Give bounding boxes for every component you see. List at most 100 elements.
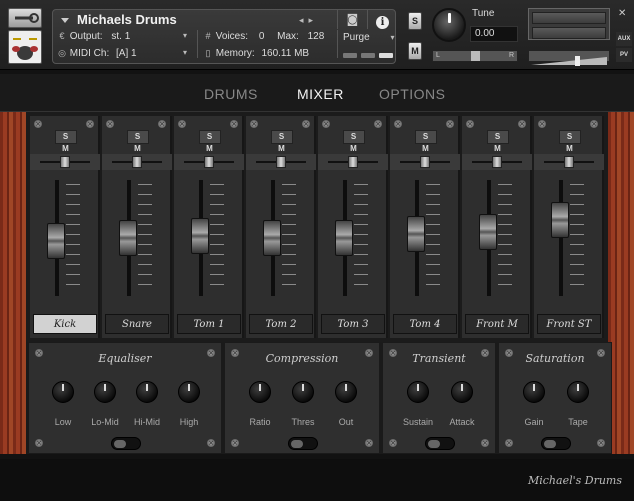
screw-icon: × <box>250 120 258 128</box>
pv-button[interactable]: PV <box>616 48 632 62</box>
knob-hi-mid[interactable] <box>136 381 158 403</box>
collapse-arrow-icon[interactable] <box>61 18 69 23</box>
midi-row[interactable]: ◎ MIDI Ch: [A] 1 <box>57 48 137 59</box>
solo-mute-buttons[interactable]: S M <box>55 130 77 153</box>
output-row[interactable]: € Output: st. 1 <box>57 31 130 42</box>
mixer-panel: × × S M Kick × × S M Snare × × S M Tom 1 × × S M Tom 2 ×… <box>26 112 608 342</box>
knob-high[interactable] <box>178 381 200 403</box>
effect-enable-toggle[interactable] <box>541 437 571 450</box>
instrument-name[interactable]: Michaels Drums <box>77 12 177 27</box>
knob-sustain[interactable] <box>407 381 429 403</box>
knob-thres[interactable] <box>292 381 314 403</box>
channel-name[interactable]: Tom 3 <box>321 314 385 334</box>
pan-handle[interactable] <box>60 156 70 168</box>
effect-enable-toggle[interactable] <box>425 437 455 450</box>
effect-enable-toggle[interactable] <box>288 437 318 450</box>
output-dropdown-icon[interactable]: ▾ <box>183 31 187 40</box>
pan-handle[interactable] <box>420 156 430 168</box>
pan-right-label: R <box>508 52 514 59</box>
channel-name[interactable]: Front M <box>465 314 529 334</box>
fader-cap[interactable] <box>479 214 497 250</box>
fader-cap[interactable] <box>47 223 65 259</box>
fader-scale <box>138 184 152 294</box>
pan-handle[interactable] <box>204 156 214 168</box>
instrument-nav-arrows[interactable]: ◂ ▸ <box>299 15 313 26</box>
channel-name[interactable]: Tom 1 <box>177 314 241 334</box>
solo-mute-buttons[interactable]: S M <box>343 130 365 153</box>
tab-mixer[interactable]: MIXER <box>297 86 344 102</box>
midi-dropdown-icon[interactable]: ▾ <box>183 48 187 57</box>
channel-pan[interactable] <box>318 154 388 170</box>
pan-handle[interactable] <box>492 156 502 168</box>
instrument-thumbnail[interactable] <box>8 30 42 64</box>
solo-mute-buttons[interactable]: S M <box>415 130 437 153</box>
pan-slider[interactable]: L R <box>432 50 518 62</box>
tab-drums[interactable]: DRUMS <box>204 86 258 102</box>
tune-knob[interactable] <box>432 8 466 42</box>
knob-label: Sustain <box>402 417 434 427</box>
close-icon[interactable]: ✕ <box>618 8 626 19</box>
channel-pan[interactable] <box>390 154 460 170</box>
knob-ratio[interactable] <box>249 381 271 403</box>
screw-icon: × <box>446 120 454 128</box>
fader-cap[interactable] <box>407 216 425 252</box>
max-value[interactable]: 128 <box>308 31 325 42</box>
tune-value[interactable]: 0.00 <box>470 26 518 42</box>
knob-tape[interactable] <box>567 381 589 403</box>
channel-pan[interactable] <box>174 154 244 170</box>
solo-mute-buttons[interactable]: S M <box>559 130 581 153</box>
solo-mute-buttons[interactable]: S M <box>487 130 509 153</box>
footer: Michael's Drums <box>0 459 634 501</box>
info-button[interactable]: i <box>367 10 397 29</box>
screw-icon: × <box>35 439 43 447</box>
pan-handle[interactable] <box>471 51 480 61</box>
output-value: st. 1 <box>111 31 131 42</box>
volume-slider[interactable] <box>528 50 610 66</box>
wrench-button[interactable] <box>8 8 42 28</box>
channel-pan[interactable] <box>102 154 172 170</box>
tab-options[interactable]: OPTIONS <box>379 86 446 102</box>
fader-cap[interactable] <box>119 220 137 256</box>
solo-button[interactable]: S <box>408 12 422 30</box>
pan-handle[interactable] <box>276 156 286 168</box>
mute-button[interactable]: M <box>408 42 422 60</box>
wrench-icon <box>15 13 39 23</box>
channel-name[interactable]: Tom 2 <box>249 314 313 334</box>
channel-name[interactable]: Front ST <box>537 314 601 334</box>
fader-cap[interactable] <box>335 220 353 256</box>
channel-name[interactable]: Kick <box>33 314 97 334</box>
meter-left-channel <box>532 12 606 24</box>
fader-cap[interactable] <box>551 202 569 238</box>
channel-name[interactable]: Snare <box>105 314 169 334</box>
channel-pan[interactable] <box>462 154 532 170</box>
fader-scale <box>570 184 584 294</box>
screw-icon: × <box>106 120 114 128</box>
channel-pan[interactable] <box>30 154 100 170</box>
knob-gain[interactable] <box>523 381 545 403</box>
channel-pan[interactable] <box>246 154 316 170</box>
midi-label: MIDI Ch: <box>69 48 110 59</box>
channel-name[interactable]: Tom 4 <box>393 314 457 334</box>
fader-cap[interactable] <box>263 220 281 256</box>
solo-mute-buttons[interactable]: S M <box>271 130 293 153</box>
pan-handle[interactable] <box>348 156 358 168</box>
screw-icon: × <box>231 439 239 447</box>
channel-pan[interactable] <box>534 154 604 170</box>
purge-dropdown[interactable]: Purge ▾ <box>343 32 394 43</box>
aux-button[interactable]: AUX <box>616 32 632 46</box>
solo-mute-buttons[interactable]: S M <box>199 130 221 153</box>
knob-attack[interactable] <box>451 381 473 403</box>
snapshot-button[interactable]: ◙ <box>337 10 367 29</box>
knob-out[interactable] <box>335 381 357 403</box>
pan-handle[interactable] <box>564 156 574 168</box>
effect-enable-toggle[interactable] <box>111 437 141 450</box>
solo-mute-buttons[interactable]: S M <box>127 130 149 153</box>
fader-scale <box>354 184 368 294</box>
knob-lo-mid[interactable] <box>94 381 116 403</box>
screw-icon: × <box>178 120 186 128</box>
voices-row: # Voices: 0 Max: 128 <box>203 31 324 42</box>
knob-low[interactable] <box>52 381 74 403</box>
pan-handle[interactable] <box>132 156 142 168</box>
fader-cap[interactable] <box>191 218 209 254</box>
effect-panel-saturation: × × × × Saturation Gain Tape <box>498 342 612 454</box>
